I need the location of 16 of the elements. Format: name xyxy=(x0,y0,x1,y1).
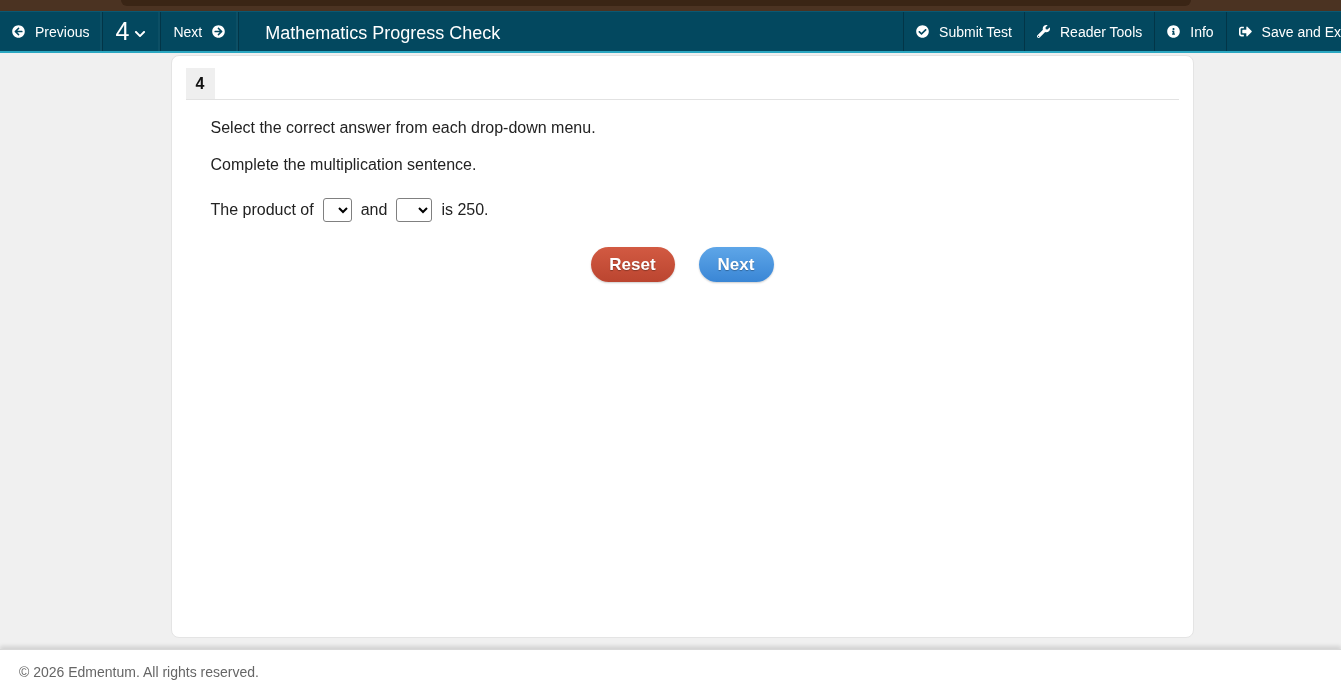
wrench-icon xyxy=(1037,25,1050,38)
answer-dropdown[interactable] xyxy=(396,198,433,222)
reset-button[interactable]: Reset xyxy=(590,247,675,282)
exit-button[interactable]: Save and Ex xyxy=(1225,12,1341,51)
info-icon xyxy=(1167,25,1181,38)
sentence-text: is 250. xyxy=(441,201,489,219)
answer-dropdown[interactable] xyxy=(322,198,352,222)
instruction-text: Select the correct answer from each drop-down menu. xyxy=(210,118,597,138)
chevron-down-icon xyxy=(133,28,148,40)
instruction-text: Complete the multiplication sentence. xyxy=(210,155,478,175)
test-title: Mathematics Progress Check xyxy=(265,22,501,44)
question-number: 4 xyxy=(185,68,215,99)
sentence-text: and xyxy=(360,201,388,219)
exit-icon xyxy=(1238,25,1252,38)
copyright-text: © 2026 Edmentum. All rights reserved. xyxy=(19,663,259,680)
sentence-text: The product of xyxy=(210,201,314,219)
